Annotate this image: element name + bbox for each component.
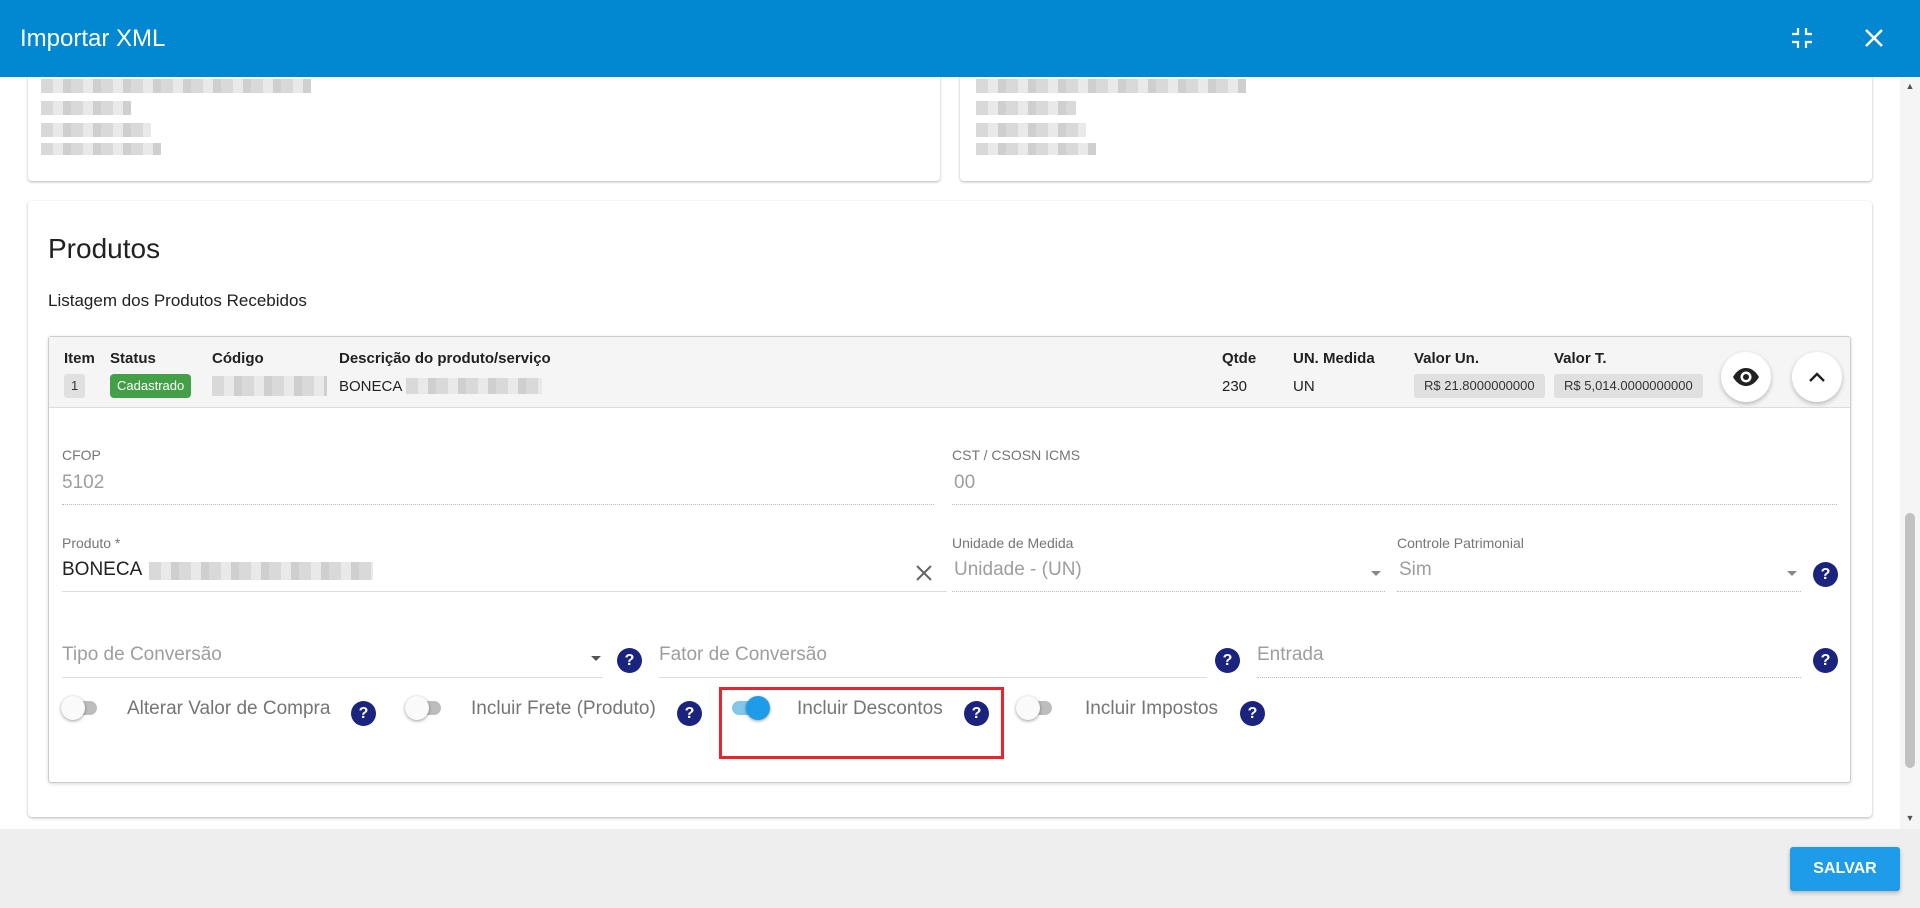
redacted-text [41, 143, 161, 155]
scrollbar[interactable]: ▲ ▼ [1900, 77, 1920, 829]
tipo-conversao-dropdown-arrow[interactable] [591, 656, 601, 661]
incluir-impostos-help-icon[interactable]: ? [1240, 701, 1265, 726]
col-qtde-label: Qtde [1222, 350, 1257, 367]
redacted-text [976, 79, 1246, 93]
controle-dropdown-arrow[interactable] [1787, 571, 1797, 576]
alterar-valor-compra-label: Alterar Valor de Compra [127, 698, 331, 719]
incluir-frete-help-icon[interactable]: ? [677, 701, 702, 726]
incluir-impostos-toggle[interactable] [1016, 695, 1054, 721]
incluir-frete-toggle[interactable] [405, 695, 443, 721]
section-title: Produtos [48, 233, 161, 264]
redacted-text [41, 123, 151, 137]
controle-select[interactable]: Sim [1399, 559, 1432, 581]
view-button[interactable] [1721, 352, 1771, 402]
alterar-valor-compra-toggle[interactable] [61, 695, 99, 721]
dialog-header: Importar XML [0, 0, 1920, 77]
redacted-product-name [149, 562, 373, 580]
chevron-up-icon [1809, 372, 1825, 382]
cfop-label: CFOP [62, 447, 101, 463]
incluir-descontos-toggle[interactable] [730, 695, 770, 721]
incluir-impostos-label: Incluir Impostos [1085, 698, 1219, 719]
col-valor-un-label: Valor Un. [1414, 350, 1480, 367]
product-qtde: 230 [1222, 378, 1248, 395]
scroll-up-icon[interactable]: ▲ [1905, 81, 1915, 91]
unidade-select[interactable]: Unidade - (UN) [954, 559, 1082, 581]
produto-label: Produto * [62, 535, 121, 551]
dialog-title: Importar XML [20, 24, 166, 52]
controle-help-icon[interactable]: ? [1813, 562, 1838, 587]
tipo-conversao-underline [62, 677, 603, 678]
produto-underline [62, 591, 947, 592]
controle-label: Controle Patrimonial [1397, 535, 1524, 551]
section-subtitle: Listagem dos Produtos Recebidos [48, 291, 307, 310]
close-icon[interactable] [1858, 22, 1890, 54]
fator-conversao-input[interactable]: Fator de Conversão [659, 644, 827, 666]
eye-icon [1733, 368, 1759, 386]
entrada-field: Entrada [1257, 644, 1324, 665]
tipo-conversao-help-icon[interactable]: ? [617, 648, 642, 673]
cst-field: 00 [954, 472, 976, 493]
product-row-header[interactable]: Item Status Código Descrição do produto/… [49, 337, 1850, 408]
scroll-down-icon[interactable]: ▼ [1905, 813, 1915, 823]
cst-label: CST / CSOSN ICMS [952, 447, 1081, 463]
col-status-label: Status [110, 350, 156, 367]
col-codigo-label: Código [212, 350, 264, 367]
item-number-badge: 1 [64, 374, 86, 398]
alterar-valor-compra-help-icon[interactable]: ? [351, 701, 376, 726]
unidade-underline [952, 591, 1385, 592]
incluir-descontos-label: Incluir Descontos [797, 698, 943, 719]
product-description: BONECA [339, 378, 403, 395]
supplier-card [28, 77, 940, 181]
redacted-code [212, 376, 327, 396]
redacted-text [976, 101, 1076, 115]
dialog-footer [0, 829, 1920, 908]
collapse-button[interactable] [1792, 352, 1842, 402]
valor-t-badge: R$ 5,014.0000000000 [1554, 374, 1703, 398]
col-descricao-label: Descrição do produto/serviço [339, 350, 551, 367]
redacted-text [41, 101, 131, 115]
col-item-label: Item [64, 350, 95, 367]
unidade-dropdown-arrow[interactable] [1371, 571, 1381, 576]
entrada-help-icon[interactable]: ? [1813, 648, 1838, 673]
cfop-underline [62, 504, 934, 505]
tipo-conversao-select[interactable]: Tipo de Conversão [62, 644, 222, 666]
valor-un-badge: R$ 21.8000000000 [1414, 374, 1545, 398]
unidade-label: Unidade de Medida [952, 535, 1074, 551]
incluir-frete-label: Incluir Frete (Produto) [471, 698, 656, 719]
dialog-content[interactable]: Produtos Listagem dos Produtos Recebidos… [0, 77, 1900, 829]
fator-conversao-underline [659, 677, 1207, 678]
col-valor-t-label: Valor T. [1554, 350, 1607, 367]
recipient-card [960, 77, 1872, 181]
scrollbar-thumb[interactable] [1905, 513, 1915, 768]
product-un-medida: UN [1293, 378, 1315, 395]
incluir-descontos-help-icon[interactable]: ? [964, 701, 989, 726]
cst-underline [952, 504, 1837, 505]
entrada-underline [1257, 677, 1801, 678]
status-badge: Cadastrado [110, 374, 192, 398]
redacted-text [976, 123, 1086, 137]
redacted-text [976, 143, 1096, 155]
col-un-medida-label: UN. Medida [1293, 350, 1375, 367]
redacted-text [41, 79, 311, 93]
produto-input[interactable]: BONECA [62, 559, 142, 581]
minimize-icon[interactable] [1786, 22, 1818, 54]
fator-conversao-help-icon[interactable]: ? [1215, 648, 1240, 673]
controle-underline [1397, 591, 1801, 592]
redacted-description [406, 378, 542, 394]
save-button[interactable]: SALVAR [1790, 847, 1900, 891]
product-item-card: Item Status Código Descrição do produto/… [48, 336, 1851, 783]
cfop-field: 5102 [62, 472, 105, 493]
clear-icon[interactable] [915, 564, 935, 584]
